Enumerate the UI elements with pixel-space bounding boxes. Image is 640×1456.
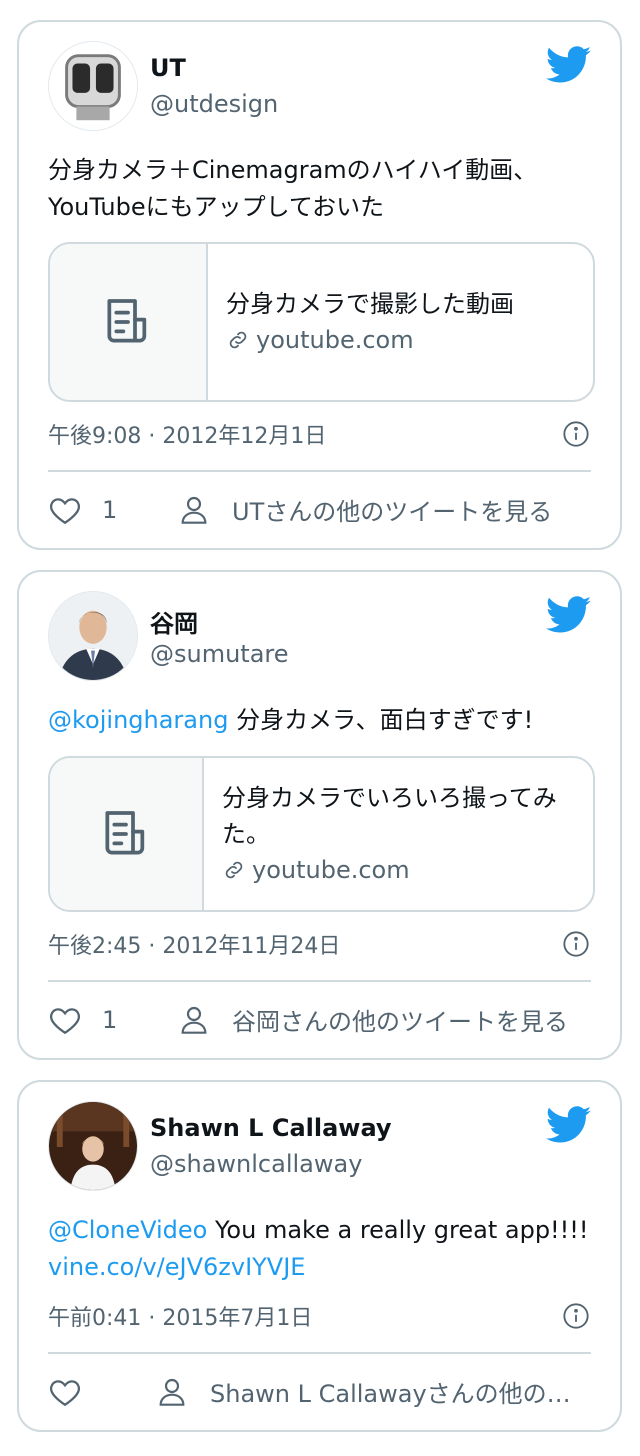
tweet-text-body: You make a really great app!!!! <box>207 1216 589 1244</box>
like-count: 1 <box>102 1005 118 1034</box>
author-handle[interactable]: @shawnlcallaway <box>150 1150 362 1178</box>
avatar[interactable] <box>48 41 138 131</box>
tweet-text: 分身カメラ＋Cinemagramのハイハイ動画、 YouTubeにもアップしてお… <box>48 152 596 226</box>
link-domain-text: youtube.com <box>252 856 410 884</box>
divider <box>48 980 591 982</box>
link-title: 分身カメラでいろいろ撮ってみた。 <box>222 784 557 848</box>
more-tweets-link[interactable]: 谷岡さんの他のツイートを見る <box>178 1002 568 1037</box>
link-domain-text: youtube.com <box>256 326 414 354</box>
like-count: 1 <box>102 495 118 524</box>
heart-icon <box>50 497 80 524</box>
tweet-meta: 午前0:41 · 2015年7月1日 <box>48 1300 590 1332</box>
link-icon <box>229 331 247 349</box>
tweet-card-2: 谷岡 @sumutare @kojingharang 分身カメラ、面白すぎです!… <box>17 570 622 1060</box>
tweet-actions: 1 谷岡さんの他のツイートを見る <box>48 1002 591 1037</box>
document-icon <box>50 758 204 910</box>
more-tweets-link[interactable]: Shawn L Callawayさんの他のツイートを見る <box>156 1374 591 1409</box>
divider <box>48 470 591 472</box>
author-name[interactable]: UT <box>150 54 186 82</box>
mention-link[interactable]: @kojingharang <box>48 706 228 734</box>
link-preview-card[interactable]: 分身カメラで撮影した動画 youtube.com <box>48 242 595 402</box>
tweet-actions: Shawn L Callawayさんの他のツイートを見る <box>48 1374 591 1409</box>
more-tweets-link[interactable]: UTさんの他のツイートを見る <box>178 492 552 527</box>
link-domain: youtube.com <box>222 852 575 888</box>
link-icon <box>225 861 243 879</box>
link-domain: youtube.com <box>226 322 514 358</box>
timestamp[interactable]: 午後2:45 · 2012年11月24日 <box>48 928 340 960</box>
info-icon[interactable] <box>562 420 590 448</box>
like-button[interactable] <box>48 1375 142 1409</box>
info-icon[interactable] <box>562 1302 590 1330</box>
person-icon <box>181 496 207 524</box>
more-tweets-label: UTさんの他のツイートを見る <box>232 498 553 526</box>
tweet-text: @CloneVideo You make a really great app!… <box>48 1212 596 1286</box>
document-icon <box>50 244 208 400</box>
tweet-card-1: UT @utdesign 分身カメラ＋Cinemagramのハイハイ動画、 Yo… <box>17 20 622 550</box>
author-name[interactable]: 谷岡 <box>150 604 198 639</box>
like-button[interactable]: 1 <box>48 1003 142 1037</box>
avatar[interactable] <box>48 591 138 681</box>
tweet-meta: 午後2:45 · 2012年11月24日 <box>48 928 590 960</box>
twitter-bird-icon[interactable] <box>546 46 592 84</box>
twitter-bird-icon[interactable] <box>546 1106 592 1144</box>
person-icon <box>181 1006 207 1034</box>
like-button[interactable]: 1 <box>48 493 142 527</box>
tweet-text: @kojingharang 分身カメラ、面白すぎです! <box>48 702 596 739</box>
twitter-bird-icon[interactable] <box>546 596 592 634</box>
heart-icon <box>50 1007 80 1034</box>
timestamp[interactable]: 午後9:08 · 2012年12月1日 <box>48 418 326 450</box>
tweet-text-line: 分身カメラ＋Cinemagramのハイハイ動画、 <box>48 156 538 184</box>
timestamp[interactable]: 午前0:41 · 2015年7月1日 <box>48 1300 312 1332</box>
person-icon <box>159 1378 185 1406</box>
vine-link[interactable]: vine.co/v/eJV6zvIYVJE <box>48 1249 596 1286</box>
tweet-actions: 1 UTさんの他のツイートを見る <box>48 492 591 527</box>
avatar[interactable] <box>48 1101 138 1191</box>
info-icon[interactable] <box>562 930 590 958</box>
mention-link[interactable]: @CloneVideo <box>48 1216 207 1244</box>
author-name[interactable]: Shawn L Callaway <box>150 1114 392 1142</box>
more-tweets-label: 谷岡さんの他のツイートを見る <box>232 1008 568 1036</box>
author-handle[interactable]: @sumutare <box>150 640 289 668</box>
divider <box>48 1352 591 1354</box>
tweet-text-body: 分身カメラ、面白すぎです! <box>228 706 534 734</box>
link-title: 分身カメラで撮影した動画 <box>226 290 514 318</box>
heart-icon <box>50 1379 80 1406</box>
tweet-card-3: Shawn L Callaway @shawnlcallaway @CloneV… <box>17 1080 622 1432</box>
author-handle[interactable]: @utdesign <box>150 90 278 118</box>
tweet-text-line: YouTubeにもアップしておいた <box>48 193 385 221</box>
link-preview-card[interactable]: 分身カメラでいろいろ撮ってみた。 youtube.com <box>48 756 595 912</box>
more-tweets-label: Shawn L Callawayさんの他のツイートを見る <box>210 1380 591 1408</box>
tweet-meta: 午後9:08 · 2012年12月1日 <box>48 418 590 450</box>
